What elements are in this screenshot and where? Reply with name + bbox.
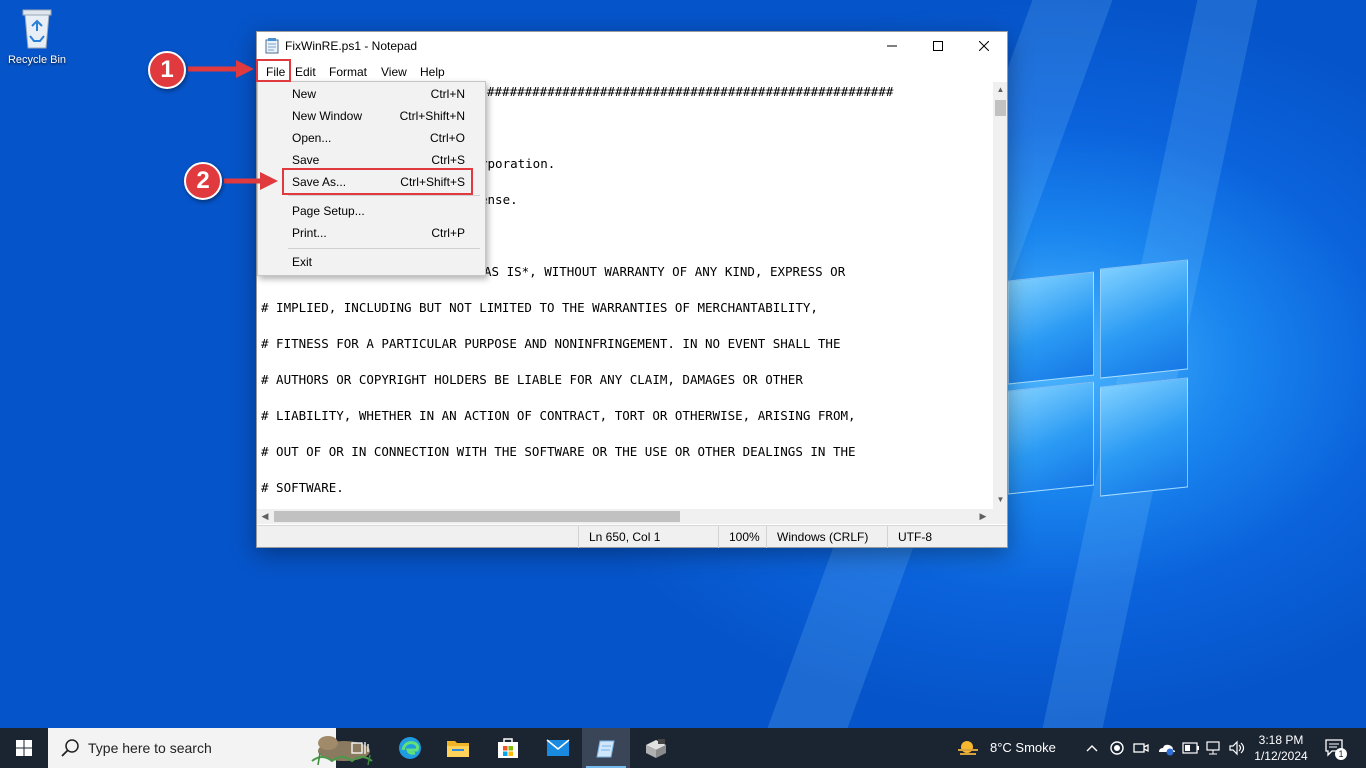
app-installer-button[interactable] [632,728,680,768]
menu-item-exit[interactable]: Exit [260,251,483,273]
status-encoding: UTF-8 [887,526,992,548]
store-icon [498,738,518,758]
status-position: Ln 650, Col 1 [578,526,718,548]
mail-button[interactable] [534,728,582,768]
notification-center-button[interactable]: 1 [1318,736,1350,762]
search-placeholder: Type here to search [88,740,212,756]
notepad-app-icon [265,38,279,54]
horizontal-scroll-thumb[interactable] [274,511,680,522]
clock-date: 1/12/2024 [1254,749,1308,763]
taskbar: Type here to search 8°C Smoke 3:18 PM 1/… [0,728,1366,768]
status-zoom: 100% [718,526,766,548]
status-line-ending: Windows (CRLF) [766,526,887,548]
step2-arrow-icon [224,172,278,190]
text-line: AS IS*, WITHOUT WARRANTY OF ANY KIND, EX… [484,264,846,279]
vertical-scrollbar[interactable]: ▲ ▼ [993,82,1007,509]
clock[interactable]: 3:18 PM 1/12/2024 [1252,732,1310,764]
app-installer-icon [646,739,666,758]
task-view-icon [351,742,369,754]
text-line: # SOFTWARE. [261,480,344,495]
text-line: rporation. [480,156,556,171]
recycle-bin-icon [17,6,57,50]
search-icon [61,739,79,757]
menu-item-new[interactable]: New Ctrl+N [260,83,483,105]
scroll-up-icon[interactable]: ▲ [995,84,1006,96]
text-line: # OUT OF OR IN CONNECTION WITH THE SOFTW… [261,444,856,459]
mail-icon [546,739,570,756]
text-line: # FITNESS FOR A PARTICULAR PURPOSE AND N… [261,336,841,351]
text-line: # LIABILITY, WHETHER IN AN ACTION OF CON… [261,408,856,423]
windows-logo-wallpaper [1008,258,1188,508]
menu-help[interactable]: Help [415,62,450,82]
menu-edit[interactable]: Edit [290,62,321,82]
menu-format[interactable]: Format [324,62,372,82]
search-box[interactable]: Type here to search [48,728,373,768]
step1-arrow-icon [188,60,254,78]
status-bar: Ln 650, Col 1 100% Windows (CRLF) UTF-8 [257,525,1007,548]
window-title: FixWinRE.ps1 - Notepad [285,39,418,53]
scroll-right-icon[interactable]: ▶ [977,510,989,523]
step-2-badge: 2 [184,162,222,200]
menu-item-print[interactable]: Print... Ctrl+P [260,222,483,244]
scrollbar-corner [993,509,1007,524]
edge-icon [399,737,421,759]
volume-icon[interactable] [1228,740,1246,756]
weather-smoke-icon[interactable] [956,737,980,759]
close-icon [979,41,989,51]
menu-view[interactable]: View [376,62,412,82]
text-line: # AUTHORS OR COPYRIGHT HOLDERS BE LIABLE… [261,372,803,387]
file-explorer-button[interactable] [434,728,482,768]
task-view-button[interactable] [336,728,384,768]
text-line: # IMPLIED, INCLUDING BUT NOT LIMITED TO … [261,300,818,315]
menu-item-open[interactable]: Open... Ctrl+O [260,127,483,149]
edge-button[interactable] [386,728,434,768]
windows-start-icon [16,740,32,756]
menu-item-new-window[interactable]: New Window Ctrl+Shift+N [260,105,483,127]
menu-item-page-setup[interactable]: Page Setup... [260,200,483,222]
highlight-save-as [282,168,473,195]
recycle-bin-label: Recycle Bin [7,54,67,66]
store-button[interactable] [484,728,532,768]
minimize-button[interactable] [869,32,915,60]
minimize-icon [887,45,897,47]
notepad-icon [596,740,615,758]
highlight-file-menu [256,59,291,82]
menu-separator [288,248,480,249]
onedrive-sync-icon[interactable] [1156,740,1176,756]
step-1-badge: 1 [148,51,186,89]
battery-icon[interactable] [1182,741,1200,755]
record-icon[interactable] [1109,740,1125,756]
recycle-bin-shortcut[interactable]: Recycle Bin [4,6,70,66]
weather-text[interactable]: 8°C Smoke [990,740,1056,755]
scroll-down-icon[interactable]: ▼ [995,494,1006,506]
maximize-button[interactable] [915,32,961,60]
notification-count-badge: 1 [1335,748,1347,760]
network-icon[interactable] [1205,740,1223,756]
title-bar[interactable]: FixWinRE.ps1 - Notepad [257,32,1007,60]
vertical-scroll-thumb[interactable] [995,100,1006,116]
menu-separator [288,195,480,196]
clock-time: 3:18 PM [1258,733,1304,747]
start-button[interactable] [0,728,48,768]
text-line: ########################################… [487,84,894,99]
close-button[interactable] [961,32,1007,60]
scroll-left-icon[interactable]: ◀ [259,510,271,523]
notepad-taskbar-button[interactable] [582,728,630,768]
chevron-up-icon[interactable] [1085,742,1099,754]
horizontal-scrollbar[interactable]: ◀ ▶ [257,509,993,524]
meet-now-icon[interactable] [1133,740,1149,756]
menu-bar: File Edit Format View Help [257,60,1007,82]
maximize-icon [933,41,943,51]
file-explorer-icon [447,741,469,757]
